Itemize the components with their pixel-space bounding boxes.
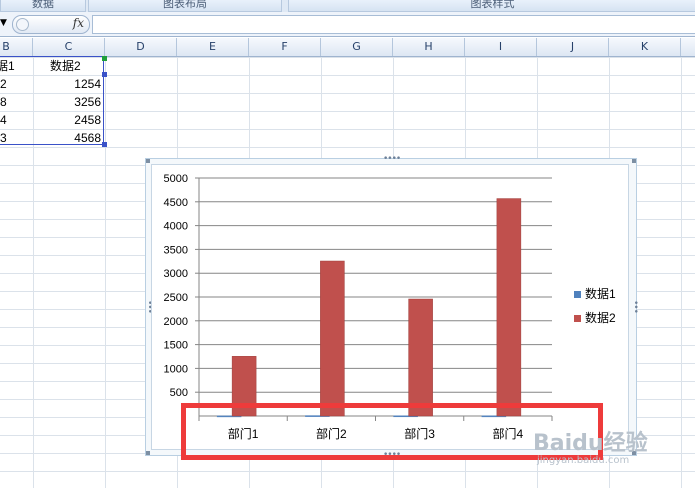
legend-label-series2[interactable]: 数据2 [585, 309, 616, 326]
bar-数据2-部门4 [496, 198, 522, 417]
legend-swatch-series2 [574, 315, 581, 322]
y-tick-label: 4000 [164, 221, 188, 233]
y-tick-label: 1500 [164, 340, 188, 352]
highlight-annotation [181, 403, 603, 460]
legend-swatch-series1 [574, 291, 581, 298]
bar-数据2-部门2 [320, 260, 345, 417]
y-tick-label: 1000 [164, 363, 188, 375]
legend-label-series1[interactable]: 数据1 [585, 285, 616, 302]
y-tick-label: 5000 [164, 173, 188, 185]
y-tick-label: 3500 [164, 244, 188, 256]
y-tick-label: 500 [170, 387, 188, 399]
y-tick-label: 3000 [164, 268, 188, 280]
y-tick-label: 4500 [164, 197, 188, 209]
bar-数据2-部门3 [408, 298, 433, 417]
y-tick-label: 2500 [164, 292, 188, 304]
y-tick-label: 2000 [164, 316, 188, 328]
